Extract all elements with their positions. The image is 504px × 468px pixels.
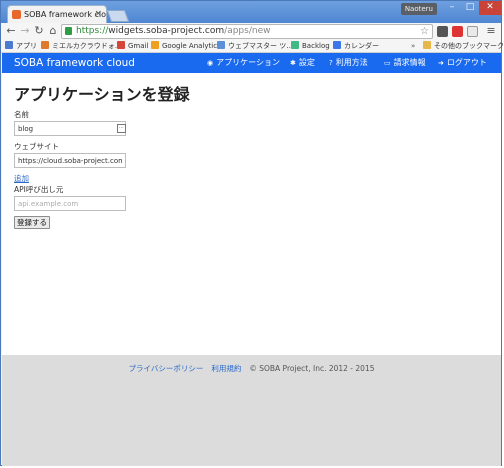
bookmark-mieruka[interactable]: ミエルカクラウドォ… xyxy=(41,41,122,52)
profile-badge[interactable]: Naoteru xyxy=(400,3,437,15)
browser-tab[interactable]: SOBA framework cloud × xyxy=(7,5,107,23)
address-bar[interactable]: https://widgets.soba-project.com/apps/ne… xyxy=(61,24,433,39)
back-arrow-icon[interactable]: ← xyxy=(5,24,17,38)
nav-billing[interactable]: ▭ 請求情報 xyxy=(384,53,426,73)
bookmarks-overflow-chevron-icon[interactable]: » xyxy=(411,41,415,52)
new-tab-button[interactable] xyxy=(106,10,130,22)
page-title: アプリケーションを登録 xyxy=(14,85,190,104)
api-caller-field[interactable] xyxy=(14,196,126,211)
bookmark-label: Backlog xyxy=(302,42,330,50)
credit-card-icon: ▭ xyxy=(384,59,391,67)
apps-grid-icon xyxy=(5,41,13,49)
minimize-button[interactable]: – xyxy=(443,1,461,15)
nav-logout[interactable]: ➜ ログアウト xyxy=(438,53,487,73)
website-field[interactable] xyxy=(14,153,126,168)
bookmark-apps[interactable]: アプリ xyxy=(5,41,37,52)
bookmark-label: カレンダー xyxy=(344,42,379,50)
reload-icon[interactable]: ↻ xyxy=(33,24,45,38)
brand-link[interactable]: SOBA framework cloud xyxy=(14,53,135,73)
name-field[interactable] xyxy=(14,121,126,136)
bookmark-label: アプリ xyxy=(16,42,37,50)
bookmark-label: ウェブマスター ツ… xyxy=(228,42,294,50)
privacy-policy-link[interactable]: プライバシーポリシー xyxy=(128,364,203,373)
gear-icon: ✱ xyxy=(290,59,296,67)
bookmark-label: Google Analytics xyxy=(162,42,221,50)
browser-window: SOBA framework cloud × Naoteru – □ ✕ ← →… xyxy=(0,0,504,466)
nav-label: ログアウト xyxy=(446,58,487,67)
lock-icon xyxy=(65,27,72,35)
forward-arrow-icon[interactable]: → xyxy=(19,24,31,38)
analytics-icon xyxy=(151,41,159,49)
bookmark-gmail[interactable]: Gmail xyxy=(117,41,148,52)
nav-label: 請求情報 xyxy=(393,58,426,67)
nav-label: 利用方法 xyxy=(335,58,368,67)
footer: プライバシーポリシー 利用規約 © SOBA Project, Inc. 2012 … xyxy=(2,355,501,466)
app-navbar: SOBA framework cloud ◉ アプリケーション ✱ 設定 ? 利用方法… xyxy=(2,53,501,73)
tab-close-icon[interactable]: × xyxy=(94,6,102,23)
nav-label: アプリケーション xyxy=(216,58,280,67)
name-label: 名前 xyxy=(14,110,29,119)
gmail-icon xyxy=(117,41,125,49)
bookmark-label: Gmail xyxy=(128,42,149,50)
url-scheme: https:// xyxy=(76,26,109,36)
backlog-icon xyxy=(291,41,299,49)
bookmark-backlog[interactable]: Backlog xyxy=(291,41,330,52)
register-button[interactable]: 登録する xyxy=(14,216,50,229)
website-label: ウェブサイト xyxy=(14,142,59,151)
question-icon: ? xyxy=(329,59,333,67)
calendar-icon xyxy=(333,41,341,49)
page-viewport: SOBA framework cloud ◉ アプリケーション ✱ 設定 ? 利用方法… xyxy=(2,53,501,466)
extension-page-icon[interactable] xyxy=(467,26,478,37)
logout-icon: ➜ xyxy=(438,59,444,67)
mieruka-icon xyxy=(41,41,49,49)
bookmark-star-icon[interactable]: ☆ xyxy=(420,25,429,38)
title-bar: SOBA framework cloud × Naoteru – □ ✕ xyxy=(1,1,501,23)
nav-usage[interactable]: ? 利用方法 xyxy=(329,53,368,73)
url-path: /apps/new xyxy=(224,26,271,36)
globe-icon: ◉ xyxy=(207,59,214,67)
footer-line: プライバシーポリシー 利用規約 © SOBA Project, Inc. 2012 … xyxy=(2,363,501,374)
bookmark-label: ミエルカクラウドォ… xyxy=(52,42,122,50)
browser-toolbar: ← → ↻ ⌂ https://widgets.soba-project.com… xyxy=(1,23,501,40)
home-icon[interactable]: ⌂ xyxy=(47,24,59,38)
autofill-icon[interactable]: ⋯ xyxy=(117,124,126,133)
terms-link[interactable]: 利用規約 xyxy=(211,364,241,373)
menu-icon[interactable]: ≡ xyxy=(485,24,497,38)
nav-settings[interactable]: ✱ 設定 xyxy=(290,53,315,73)
nav-label: 設定 xyxy=(298,58,315,67)
bookmark-other[interactable]: その他のブックマーク xyxy=(423,41,504,52)
bookmark-label: その他のブックマーク xyxy=(434,42,504,50)
copyright: © SOBA Project, Inc. 2012 - 2015 xyxy=(249,364,375,373)
add-link[interactable]: 追加 xyxy=(14,173,29,184)
extension-red-icon[interactable] xyxy=(452,26,463,37)
extension-icon[interactable] xyxy=(437,26,448,37)
bookmark-calendar[interactable]: カレンダー xyxy=(333,41,379,52)
bookmarks-bar: アプリ ミエルカクラウドォ… Gmail Google Analytics ウェ… xyxy=(1,40,504,53)
maximize-button[interactable]: □ xyxy=(461,1,479,15)
nav-applications[interactable]: ◉ アプリケーション xyxy=(207,53,280,73)
url-host: widgets.soba-project.com xyxy=(108,26,225,36)
bookmark-analytics[interactable]: Google Analytics xyxy=(151,41,221,52)
site-favicon-icon xyxy=(12,10,21,19)
folder-icon xyxy=(423,41,431,49)
bookmark-webmaster[interactable]: ウェブマスター ツ… xyxy=(217,41,293,52)
api-caller-label: API呼び出し元 xyxy=(14,185,64,194)
webmaster-icon xyxy=(217,41,225,49)
window-close-button[interactable]: ✕ xyxy=(479,1,501,15)
